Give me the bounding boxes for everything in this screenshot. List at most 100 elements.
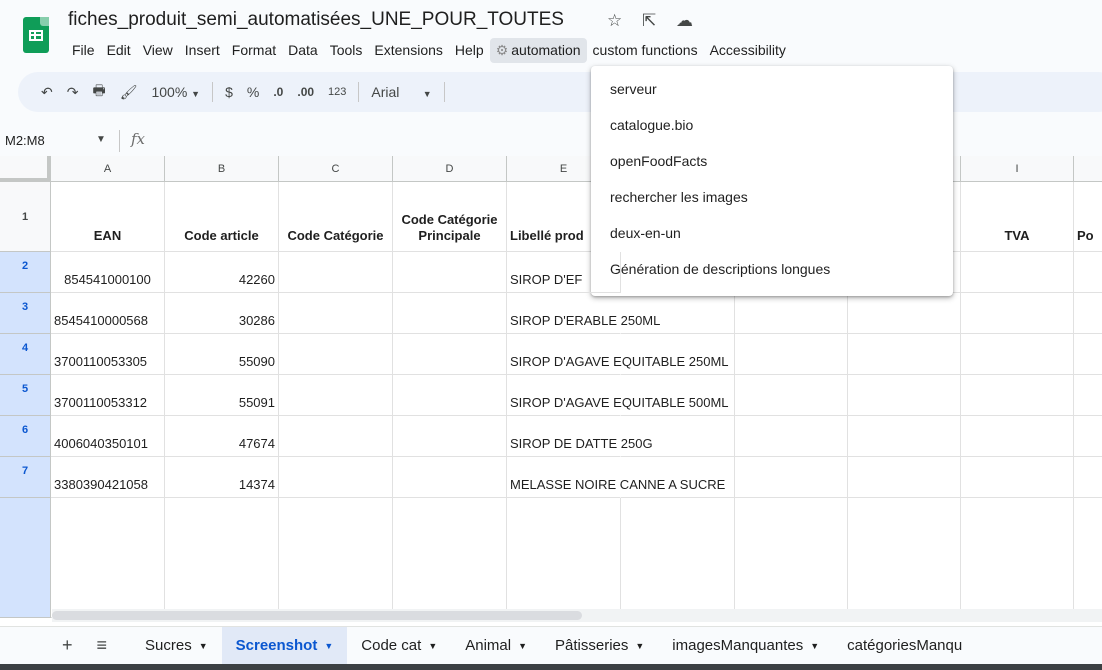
menu-file[interactable]: File <box>66 38 101 62</box>
star-icon[interactable]: ☆ <box>607 11 622 31</box>
cell[interactable] <box>848 293 961 334</box>
cell[interactable] <box>279 375 393 416</box>
chevron-down-icon[interactable]: ▼ <box>635 641 644 651</box>
cell[interactable] <box>279 457 393 498</box>
menu-item-deux-en-un[interactable]: deux-en-un <box>591 215 953 251</box>
row-header-3[interactable]: 3 <box>0 293 51 334</box>
cell[interactable] <box>621 498 735 618</box>
cell[interactable] <box>1074 334 1102 375</box>
column-header-d[interactable]: D <box>393 156 507 182</box>
percent-format-button[interactable]: % <box>240 84 266 100</box>
cell[interactable] <box>735 375 848 416</box>
cell[interactable] <box>848 334 961 375</box>
cell[interactable] <box>51 498 165 618</box>
cell-libelle[interactable]: SIROP D'AGAVE EQUITABLE 250ML <box>507 334 729 375</box>
all-sheets-icon[interactable]: ≡ <box>97 635 108 656</box>
menu-item-openfoodfacts[interactable]: openFoodFacts <box>591 143 953 179</box>
header-cell-po[interactable]: Po <box>1074 182 1102 252</box>
menu-automation[interactable]: ⚙ automation <box>489 37 587 63</box>
cell[interactable] <box>735 334 848 375</box>
menu-item-descriptions-longues[interactable]: Génération de descriptions longues <box>591 251 953 287</box>
column-header-j[interactable] <box>1074 156 1102 182</box>
cell[interactable] <box>393 498 507 618</box>
number-format-button[interactable]: 123 <box>321 86 353 98</box>
cell[interactable] <box>393 334 507 375</box>
cell-ean[interactable]: 4006040350101 <box>51 416 165 457</box>
cell[interactable] <box>961 293 1074 334</box>
chevron-down-icon[interactable]: ▼ <box>428 641 437 651</box>
cell[interactable] <box>848 457 961 498</box>
row-header-2[interactable]: 2 <box>0 252 51 293</box>
cell[interactable] <box>735 498 848 618</box>
decrease-decimal-button[interactable]: .0 <box>266 85 290 99</box>
cell-code-article[interactable]: 55090 <box>165 334 279 375</box>
zoom-select[interactable]: 100% ▼ <box>144 84 207 100</box>
cell[interactable] <box>1074 293 1102 334</box>
cell-code-article[interactable]: 55091 <box>165 375 279 416</box>
cell-ean[interactable]: 3700110053305 <box>51 334 165 375</box>
menu-item-serveur[interactable]: serveur <box>591 71 953 107</box>
cell[interactable] <box>279 498 393 618</box>
horizontal-scrollbar[interactable] <box>52 611 582 620</box>
cell-libelle[interactable]: SIROP D'AGAVE EQUITABLE 500ML <box>507 375 729 416</box>
paint-format-icon[interactable]: 🖌 <box>113 84 145 101</box>
cell[interactable] <box>393 457 507 498</box>
cell[interactable] <box>848 375 961 416</box>
cell[interactable] <box>1074 457 1102 498</box>
cell[interactable] <box>279 252 393 293</box>
cell[interactable] <box>1074 498 1102 618</box>
name-box[interactable]: M2:M8 <box>5 133 45 148</box>
row-header-6[interactable]: 6 <box>0 416 51 457</box>
menu-insert[interactable]: Insert <box>179 38 226 62</box>
menu-data[interactable]: Data <box>282 38 324 62</box>
chevron-down-icon[interactable]: ▼ <box>324 641 333 651</box>
cell[interactable] <box>279 293 393 334</box>
cell-code-article[interactable]: 42260 <box>165 252 279 293</box>
header-cell-code-categorie-principale[interactable]: Code Catégorie Principale <box>393 182 507 252</box>
sheet-tab[interactable]: Pâtisseries ▼ <box>541 627 658 665</box>
menu-item-rechercher-images[interactable]: rechercher les images <box>591 179 953 215</box>
sheet-tab[interactable]: imagesManquantes ▼ <box>658 627 833 665</box>
menu-tools[interactable]: Tools <box>324 38 369 62</box>
cell[interactable] <box>1074 416 1102 457</box>
cloud-status-icon[interactable]: ☁ <box>676 11 693 31</box>
cell[interactable] <box>279 416 393 457</box>
menu-edit[interactable]: Edit <box>101 38 137 62</box>
undo-icon[interactable]: ↶ <box>34 84 60 101</box>
header-cell-code-categorie[interactable]: Code Catégorie <box>279 182 393 252</box>
column-header-a[interactable]: A <box>51 156 165 182</box>
cell-libelle[interactable]: SIROP D'ERABLE 250ML <box>507 293 660 334</box>
cell[interactable] <box>393 252 507 293</box>
sheet-tab[interactable]: Animal ▼ <box>451 627 541 665</box>
move-to-folder-icon[interactable]: ⇱ <box>642 11 656 31</box>
chevron-down-icon[interactable]: ▼ <box>518 641 527 651</box>
cell[interactable] <box>393 375 507 416</box>
cell[interactable] <box>961 252 1074 293</box>
cell[interactable] <box>848 498 961 618</box>
cell-ean[interactable]: 8545410000568 <box>51 293 165 334</box>
menu-format[interactable]: Format <box>226 38 282 62</box>
sheets-logo-icon[interactable] <box>23 17 49 53</box>
cell-libelle[interactable]: MELASSE NOIRE CANNE A SUCRE <box>507 457 725 498</box>
row-header-5[interactable]: 5 <box>0 375 51 416</box>
chevron-down-icon[interactable]: ▼ <box>810 641 819 651</box>
print-icon[interactable]: 🖶 <box>85 80 112 104</box>
menu-help[interactable]: Help <box>449 38 490 62</box>
increase-decimal-button[interactable]: .00 <box>290 85 321 99</box>
cell[interactable] <box>507 498 621 618</box>
menu-custom-functions[interactable]: custom functions <box>587 38 704 62</box>
cell[interactable] <box>735 457 848 498</box>
sheet-tab[interactable]: Sucres ▼ <box>131 627 222 665</box>
document-title[interactable]: fiches_produit_semi_automatisées_UNE_POU… <box>68 9 564 31</box>
menu-extensions[interactable]: Extensions <box>368 38 448 62</box>
header-cell-ean[interactable]: EAN <box>51 182 165 252</box>
column-header-c[interactable]: C <box>279 156 393 182</box>
header-cell-code-article[interactable]: Code article <box>165 182 279 252</box>
cell[interactable] <box>735 416 848 457</box>
add-sheet-icon[interactable]: + <box>62 635 73 656</box>
row-header-8[interactable] <box>0 498 51 618</box>
cell[interactable] <box>961 498 1074 618</box>
cell-ean[interactable]: 3380390421058 <box>51 457 165 498</box>
cell[interactable] <box>961 457 1074 498</box>
cell[interactable] <box>393 416 507 457</box>
